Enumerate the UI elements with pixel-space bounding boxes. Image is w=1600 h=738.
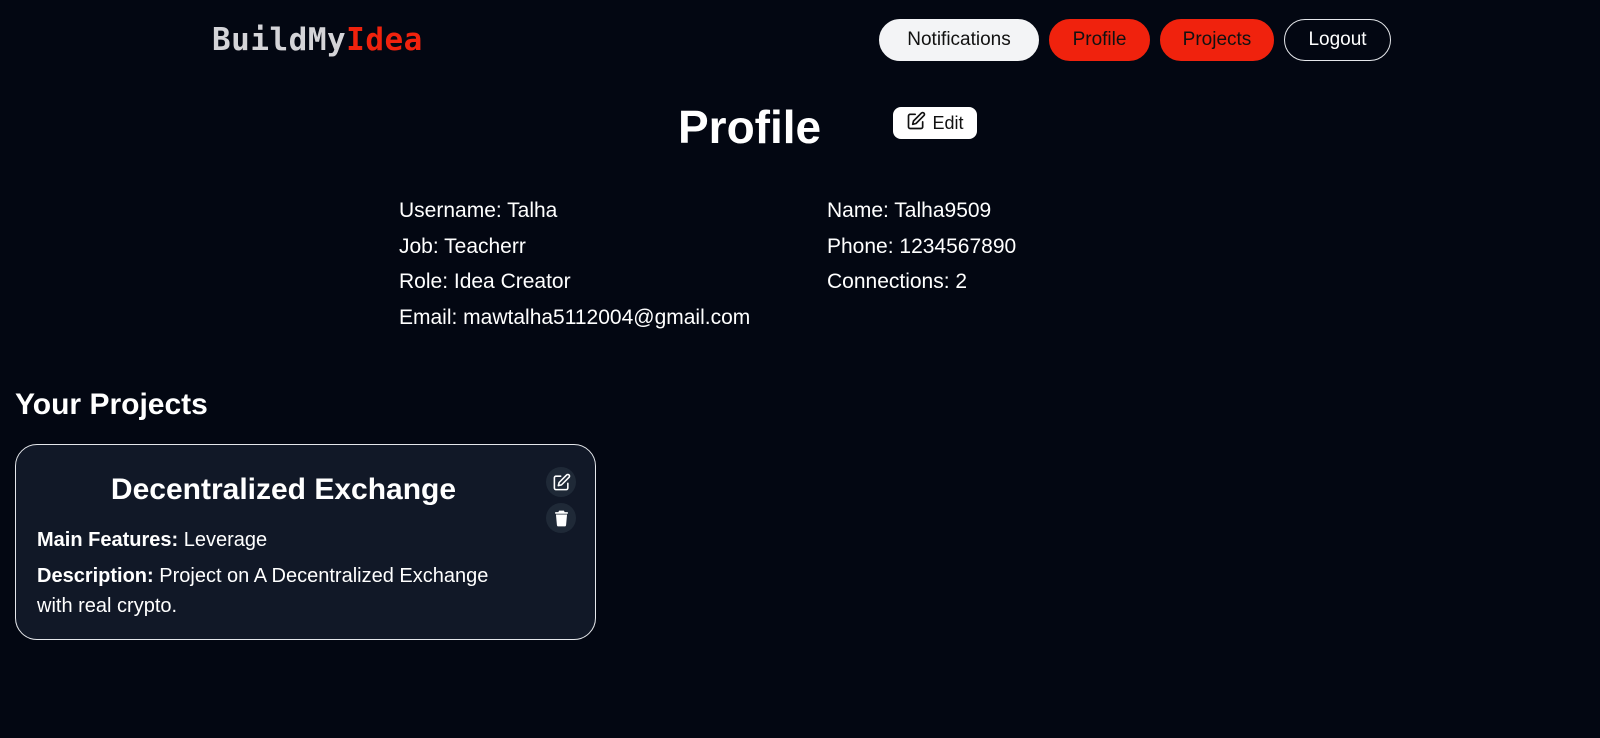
- features-value: Leverage: [183, 529, 268, 551]
- project-card: Decentralized Exchange Main Features: Le…: [15, 444, 596, 640]
- edit-project-button[interactable]: [546, 467, 576, 497]
- logo[interactable]: BuildMyIdea: [212, 20, 423, 60]
- edit-profile-button[interactable]: Edit: [893, 107, 977, 139]
- delete-project-button[interactable]: [546, 503, 576, 533]
- page-title: Profile: [678, 101, 822, 153]
- job-text: Job: Teacherr: [399, 234, 526, 258]
- your-projects-heading: Your Projects: [15, 388, 208, 421]
- edit-profile-label: Edit: [932, 112, 964, 133]
- name-text: Name: Talha9509: [827, 199, 992, 222]
- project-description: Description: Project on A Decentralized …: [37, 561, 517, 621]
- logo-text-build-my: BuildMy: [212, 22, 347, 58]
- profile-info-right: Name: Talha9509 Phone: 1234567890 Connec…: [827, 193, 1016, 300]
- projects-button[interactable]: Projects: [1160, 19, 1274, 61]
- top-nav: Notifications Profile Projects Logout: [879, 19, 1391, 61]
- email-text: Email: mawtalha5112004@gmail.com: [399, 305, 751, 329]
- project-title: Decentralized Exchange: [110, 473, 457, 506]
- description-label: Description:: [37, 565, 154, 587]
- trash-icon: [552, 509, 571, 528]
- profile-button[interactable]: Profile: [1049, 19, 1150, 61]
- logout-button[interactable]: Logout: [1284, 19, 1391, 61]
- role-text: Role: Idea Creator: [399, 270, 571, 293]
- username-text: Username: Talha: [399, 199, 558, 222]
- edit-icon: [906, 111, 926, 136]
- notifications-button[interactable]: Notifications: [879, 19, 1039, 61]
- phone-text: Phone: 1234567890: [827, 234, 1017, 258]
- features-label: Main Features:: [37, 529, 179, 551]
- profile-info-left: Username: Talha Job: Teacherr Role: Idea…: [399, 193, 750, 335]
- project-features: Main Features: Leverage: [37, 525, 267, 555]
- logo-text-idea: Idea: [346, 22, 423, 58]
- connections-text: Connections: 2: [827, 270, 968, 293]
- edit-icon: [552, 473, 571, 492]
- page: BuildMyIdea Notifications Profile Projec…: [0, 0, 1600, 738]
